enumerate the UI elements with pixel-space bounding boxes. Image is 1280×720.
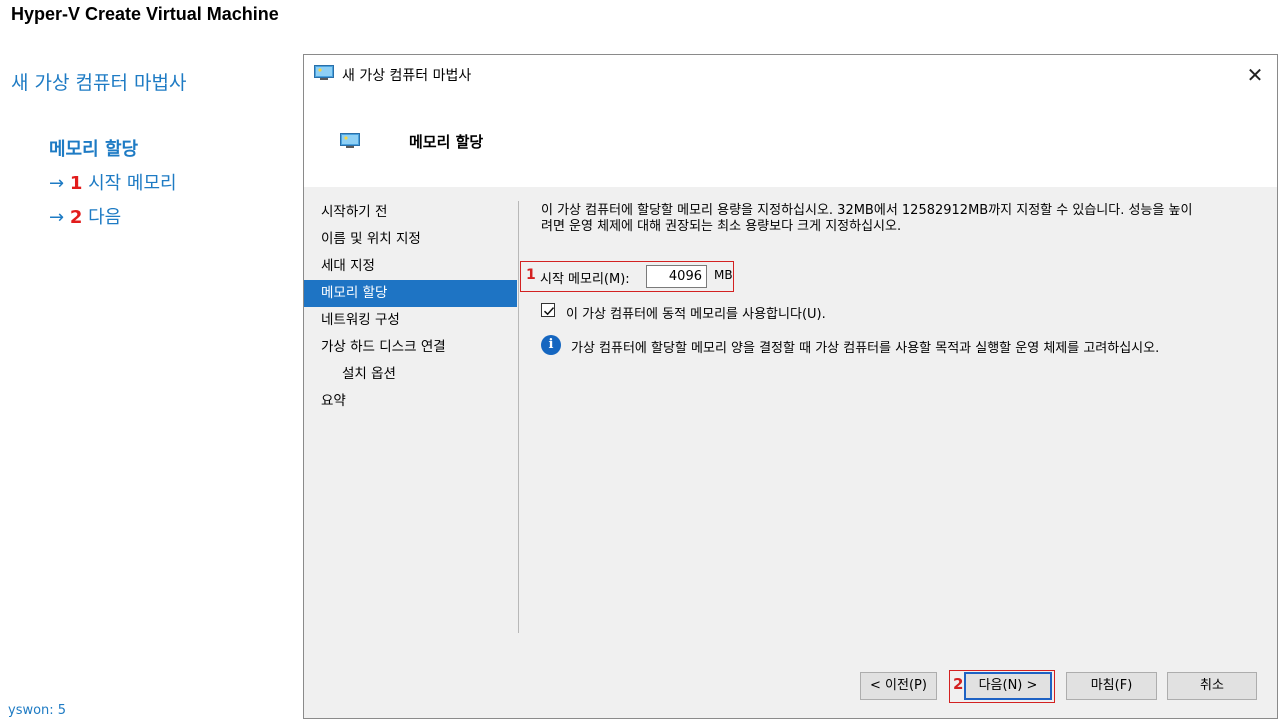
section-title: 메모리 할당 <box>49 139 139 160</box>
previous-button[interactable]: < 이전(P) <box>860 672 937 700</box>
next-button[interactable]: 다음(N) > <box>964 672 1052 700</box>
nav-item-before-you-begin[interactable]: 시작하기 전 <box>304 199 517 226</box>
dialog-body: 시작하기 전 이름 및 위치 지정 세대 지정 메모리 할당 네트워킹 구성 가… <box>304 187 1277 718</box>
nav-item-virtual-disk[interactable]: 가상 하드 디스크 연결 <box>304 334 517 361</box>
nav-item-generation[interactable]: 세대 지정 <box>304 253 517 280</box>
startup-memory-label: 시작 메모리(M): <box>540 272 630 287</box>
info-icon: i <box>541 335 561 355</box>
dialog-header: 메모리 할당 <box>304 95 1277 187</box>
step-label: 다음 <box>88 207 122 228</box>
step-label: 시작 메모리 <box>88 173 177 194</box>
wizard-heading: 새 가상 컴퓨터 마법사 <box>11 72 187 94</box>
title-bar[interactable]: 새 가상 컴퓨터 마법사 ✕ <box>304 55 1277 95</box>
step-startup-memory: → 1 시작 메모리 <box>49 169 177 195</box>
startup-memory-input[interactable]: 4096 <box>646 265 707 288</box>
annotation-number: 2 <box>953 675 964 693</box>
arrow-icon: → <box>49 173 65 194</box>
memory-panel: 이 가상 컴퓨터에 할당할 메모리 용량을 지정하십시오. 32MB에서 125… <box>520 203 1251 356</box>
header-title: 메모리 할당 <box>409 133 484 151</box>
arrow-icon: → <box>49 207 65 228</box>
monitor-icon <box>340 133 360 148</box>
dynamic-memory-checkbox[interactable] <box>541 303 555 317</box>
wizard-dialog: 새 가상 컴퓨터 마법사 ✕ 메모리 할당 시작하기 전 이름 및 위치 지정 … <box>303 54 1278 719</box>
close-icon[interactable]: ✕ <box>1233 55 1277 95</box>
nav-item-memory[interactable]: 메모리 할당 <box>304 280 517 307</box>
nav-item-name-location[interactable]: 이름 및 위치 지정 <box>304 226 517 253</box>
memory-unit: MB <box>714 268 733 282</box>
divider <box>518 201 519 633</box>
info-text: 가상 컴퓨터에 할당할 메모리 양을 결정할 때 가상 컴퓨터를 사용할 목적과… <box>571 341 1160 356</box>
step-number: 1 <box>69 173 83 194</box>
dynamic-memory-label[interactable]: 이 가상 컴퓨터에 동적 메모리를 사용합니다(U). <box>566 303 826 322</box>
finish-button[interactable]: 마침(F) <box>1066 672 1157 700</box>
description-line: 이 가상 컴퓨터에 할당할 메모리 용량을 지정하십시오. 32MB에서 125… <box>541 203 1193 218</box>
step-next: → 2 다음 <box>49 203 121 229</box>
cancel-button[interactable]: 취소 <box>1167 672 1257 700</box>
nav-item-install-options[interactable]: 설치 옵션 <box>304 361 517 388</box>
description: 이 가상 컴퓨터에 할당할 메모리 용량을 지정하십시오. 32MB에서 125… <box>541 203 1251 235</box>
dialog-title: 새 가상 컴퓨터 마법사 <box>342 68 472 84</box>
nav-item-summary[interactable]: 요약 <box>304 388 517 415</box>
wizard-nav: 시작하기 전 이름 및 위치 지정 세대 지정 메모리 할당 네트워킹 구성 가… <box>304 199 517 415</box>
step-number: 2 <box>69 207 83 228</box>
footer-text: yswon: 5 <box>8 703 67 718</box>
page-title: Hyper-V Create Virtual Machine <box>11 4 279 24</box>
description-line: 려면 운영 체제에 대해 권장되는 최소 용량보다 크게 지정하십시오. <box>541 219 902 234</box>
annotation-number: 1 <box>526 267 536 283</box>
checkmark-icon <box>543 307 555 316</box>
monitor-icon <box>314 65 334 80</box>
nav-item-networking[interactable]: 네트워킹 구성 <box>304 307 517 334</box>
startup-memory-row: 1 시작 메모리(M): 4096 MB <box>520 261 734 292</box>
